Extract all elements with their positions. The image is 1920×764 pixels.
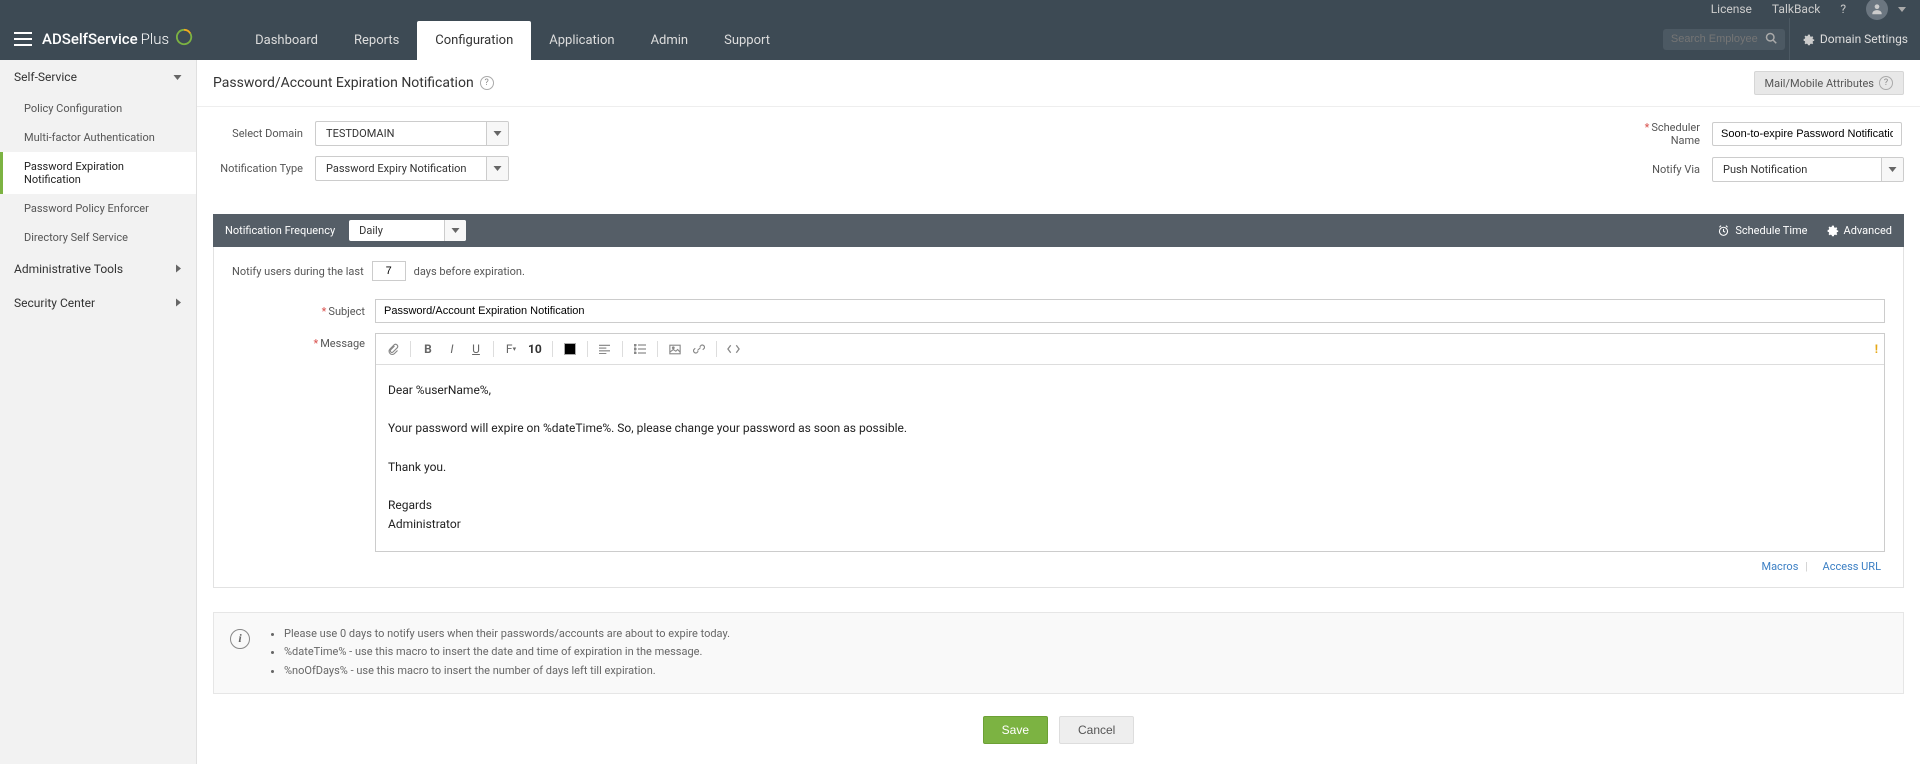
access-url-link[interactable]: Access URL [1823,560,1881,573]
info-tip: %noOfDays% - use this macro to insert th… [284,662,730,681]
chevron-down-icon[interactable] [444,220,466,241]
menu-icon[interactable] [14,32,32,46]
subject-input[interactable] [375,299,1885,323]
gear-icon [1802,33,1815,46]
help-icon[interactable]: ? [1830,0,1856,18]
tab-configuration[interactable]: Configuration [417,21,531,60]
select-domain-value: TESTDOMAIN [316,122,486,145]
tab-application[interactable]: Application [531,21,632,60]
scheduler-name-label: *Scheduler Name [1620,121,1700,147]
font-size-selector[interactable]: 10 [524,342,546,356]
italic-icon[interactable]: I [441,338,463,360]
info-box: i Please use 0 days to notify users when… [213,612,1904,694]
sidebar-item-directory-self-service[interactable]: Directory Self Service [0,223,196,252]
frequency-value: Daily [349,220,444,241]
warning-icon[interactable]: ! [1875,342,1878,356]
notify-line-prefix: Notify users during the last [232,265,364,278]
sidebar-section-self-service[interactable]: Self-Service [0,60,196,94]
notification-type-label: Notification Type [213,162,303,175]
gear-icon [1826,224,1839,237]
text-color-icon[interactable] [559,338,581,360]
sidebar-item-password-policy-enforcer[interactable]: Password Policy Enforcer [0,194,196,223]
brand-logo: ADSelfService Plus [42,28,193,50]
link-icon[interactable] [688,338,710,360]
cancel-button[interactable]: Cancel [1059,716,1134,744]
notify-via-value: Push Notification [1713,158,1881,181]
brand-suffix: Plus [141,30,169,48]
frequency-label: Notification Frequency [225,224,335,237]
clock-icon [1717,224,1730,237]
advanced-button[interactable]: Advanced [1826,224,1892,237]
underline-icon[interactable]: U [465,338,487,360]
sidebar-item-password-expiration[interactable]: Password Expiration Notification [0,152,196,194]
frequency-dropdown[interactable]: Daily [349,220,466,241]
editor-toolbar: B I U F▾ 10 [376,334,1884,365]
tab-support[interactable]: Support [706,21,788,60]
tab-admin[interactable]: Admin [633,21,707,60]
image-icon[interactable] [664,338,686,360]
divider: | [1805,560,1808,573]
schedule-time-label: Schedule Time [1735,224,1807,237]
user-menu-caret[interactable] [1898,2,1906,16]
sidebar-section-label: Administrative Tools [14,262,123,276]
message-editor[interactable]: Dear %userName%, Your password will expi… [376,365,1884,551]
tab-dashboard[interactable]: Dashboard [237,21,336,60]
license-link[interactable]: License [1701,0,1762,18]
sidebar-section-label: Security Center [14,296,95,310]
sidebar-item-policy-config[interactable]: Policy Configuration [0,94,196,123]
chevron-down-icon [173,70,182,84]
page-title: Password/Account Expiration Notification… [213,75,494,91]
save-button[interactable]: Save [983,716,1048,744]
chevron-right-icon [176,262,182,276]
search-icon[interactable] [1765,32,1777,47]
notify-via-dropdown[interactable]: Push Notification [1712,157,1904,182]
user-avatar[interactable] [1866,0,1888,20]
advanced-label: Advanced [1844,224,1892,237]
info-tip: %dateTime% - use this macro to insert th… [284,643,730,662]
font-icon[interactable]: F▾ [500,338,522,360]
notify-line-suffix: days before expiration. [414,265,525,278]
sidebar-section-security-center[interactable]: Security Center [0,286,196,320]
days-input[interactable] [372,261,406,281]
brand-swirl-icon [175,28,193,50]
tab-reports[interactable]: Reports [336,21,417,60]
notify-via-label: Notify Via [1620,163,1700,176]
chevron-down-icon[interactable] [1881,158,1903,181]
help-icon[interactable]: ? [1879,76,1893,90]
align-icon[interactable] [594,338,616,360]
domain-settings-label: Domain Settings [1820,32,1908,46]
page-title-text: Password/Account Expiration Notification [213,75,474,91]
schedule-time-button[interactable]: Schedule Time [1717,224,1807,237]
chevron-right-icon [176,296,182,310]
sidebar-item-mfa[interactable]: Multi-factor Authentication [0,123,196,152]
mail-mobile-attributes-label: Mail/Mobile Attributes [1765,77,1874,90]
macros-link[interactable]: Macros [1761,560,1798,573]
list-icon[interactable] [629,338,651,360]
attach-icon[interactable] [382,338,404,360]
code-icon[interactable] [723,338,745,360]
notification-type-value: Password Expiry Notification [316,157,486,180]
info-icon: i [230,629,250,649]
sidebar-section-admin-tools[interactable]: Administrative Tools [0,252,196,286]
select-domain-label: Select Domain [213,127,303,140]
help-icon[interactable]: ? [480,76,494,90]
message-label: *Message [310,333,365,350]
mail-mobile-attributes-button[interactable]: Mail/Mobile Attributes ? [1754,71,1904,95]
notification-type-dropdown[interactable]: Password Expiry Notification [315,156,509,181]
select-domain-dropdown[interactable]: TESTDOMAIN [315,121,509,146]
scheduler-name-input[interactable] [1712,122,1902,146]
info-tip: Please use 0 days to notify users when t… [284,625,730,644]
chevron-down-icon[interactable] [486,157,508,180]
talkback-link[interactable]: TalkBack [1762,0,1830,18]
brand-text: ADSelfService [42,30,138,48]
frequency-bar: Notification Frequency Daily Schedule Ti… [213,214,1904,247]
sidebar: Self-Service Policy Configuration Multi-… [0,60,197,764]
search-input[interactable] [1671,33,1761,45]
chevron-down-icon[interactable] [486,122,508,145]
subject-label: *Subject [310,305,365,318]
sidebar-section-label: Self-Service [14,70,77,84]
search-box[interactable] [1663,29,1785,50]
bold-icon[interactable]: B [417,338,439,360]
domain-settings-button[interactable]: Domain Settings [1789,18,1920,60]
